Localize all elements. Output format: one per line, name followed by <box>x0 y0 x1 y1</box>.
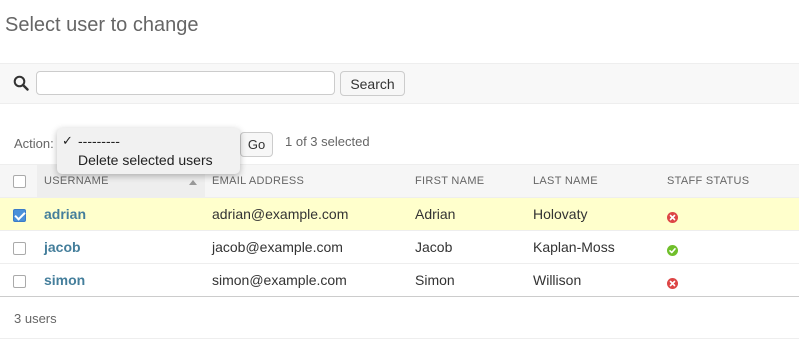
go-button[interactable]: Go <box>240 132 273 157</box>
sort-ascending-icon[interactable] <box>189 180 197 185</box>
row-checkbox[interactable] <box>13 241 26 255</box>
username-link[interactable]: adrian <box>37 206 86 222</box>
first-name-cell: Simon <box>415 272 455 288</box>
dropdown-option-blank[interactable]: ✓ --------- <box>57 131 240 151</box>
search-toolbar: Search <box>0 63 799 104</box>
column-header-staff-status[interactable]: STAFF STATUS <box>660 164 799 198</box>
divider <box>0 338 799 339</box>
select-all-checkbox[interactable] <box>13 174 26 188</box>
column-header-first-name[interactable]: FIRST NAME <box>408 164 526 198</box>
search-input[interactable] <box>36 71 335 95</box>
action-dropdown-menu: ✓ --------- Delete selected users <box>57 128 240 174</box>
results-table: USERNAME EMAIL ADDRESS FIRST NAME LAST N… <box>0 164 799 297</box>
table-row: jacob jacob@example.com Jacob Kaplan-Mos… <box>0 230 799 264</box>
column-header-last-name[interactable]: LAST NAME <box>526 164 660 198</box>
search-icon <box>13 75 29 91</box>
row-checkbox[interactable] <box>13 274 26 288</box>
page-title: Select user to change <box>5 14 199 36</box>
cross-icon <box>667 210 678 223</box>
cross-icon <box>667 276 678 289</box>
table-row: simon simon@example.com Simon Willison <box>0 263 799 297</box>
checkmark-icon: ✓ <box>62 133 73 148</box>
email-cell: adrian@example.com <box>212 206 349 222</box>
search-button[interactable]: Search <box>340 71 405 96</box>
last-name-cell: Holovaty <box>533 206 588 222</box>
email-cell: simon@example.com <box>212 272 347 288</box>
first-name-cell: Adrian <box>415 206 456 222</box>
dropdown-option-label: Delete selected users <box>78 152 213 168</box>
paginator: 3 users <box>14 311 57 326</box>
last-name-cell: Willison <box>533 272 582 288</box>
row-checkbox[interactable] <box>13 208 26 222</box>
last-name-cell: Kaplan-Moss <box>533 239 615 255</box>
username-link[interactable]: jacob <box>37 239 81 255</box>
dropdown-option-label: --------- <box>78 133 120 149</box>
email-cell: jacob@example.com <box>212 239 343 255</box>
dropdown-option-delete-selected[interactable]: Delete selected users <box>57 150 240 170</box>
select-all-header <box>0 164 37 198</box>
table-row: adrian adrian@example.com Adrian Holovat… <box>0 197 799 231</box>
check-icon <box>667 243 678 256</box>
action-label: Action: <box>14 136 54 151</box>
first-name-cell: Jacob <box>415 239 453 255</box>
selection-counter: 1 of 3 selected <box>285 134 370 149</box>
username-link[interactable]: simon <box>37 272 85 288</box>
